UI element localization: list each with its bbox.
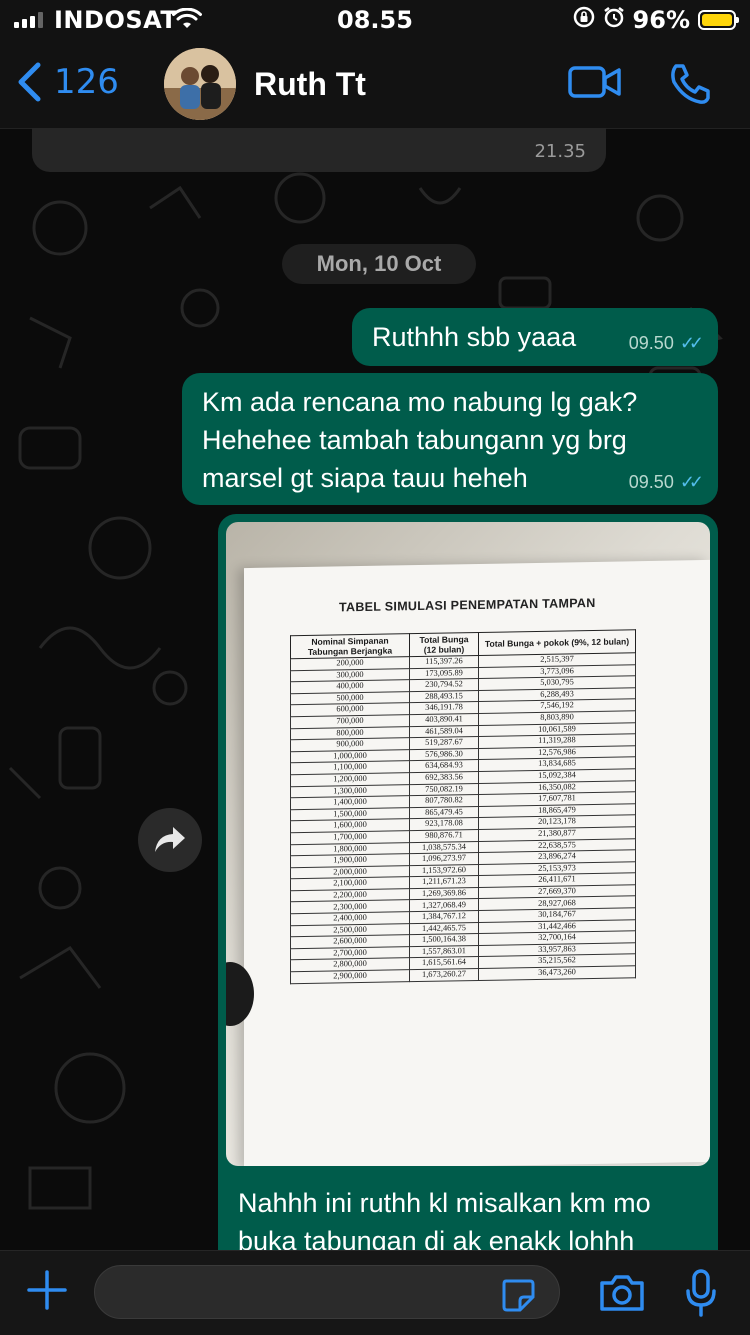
document-sheet: TABEL SIMULASI PENEMPATAN TAMPAN Nominal…	[244, 559, 710, 1166]
chat-messages[interactable]: 21.35 Mon, 10 Oct Ruthhh sbb yaaa 09.50 ✓…	[0, 128, 750, 1250]
message-text: Ruthhh sbb yaaa	[372, 322, 577, 352]
video-call-icon[interactable]	[568, 62, 622, 106]
phone-icon[interactable]	[668, 62, 712, 110]
table-cell: 2,900,000	[290, 969, 410, 984]
simulation-table: Nominal Simpanan Tabungan Berjangka Tota…	[290, 629, 636, 984]
incoming-message[interactable]: 21.35	[32, 128, 606, 172]
battery-icon	[698, 10, 739, 30]
table-header: Total Bunga + pokok (9%, 12 bulan)	[478, 629, 636, 656]
read-receipt-icon: ✓✓	[679, 333, 704, 353]
table-cell: 36,473,260	[478, 965, 636, 981]
avatar[interactable]	[164, 48, 236, 120]
composer-bar	[0, 1250, 750, 1335]
table-cell: 1,673,260.27	[409, 968, 479, 982]
contact-name[interactable]: Ruth Tt	[254, 66, 366, 103]
chat-header: 126 Ruth Tt	[0, 40, 750, 129]
photo-attachment[interactable]: TABEL SIMULASI PENEMPATAN TAMPAN Nominal…	[226, 522, 710, 1166]
image-message[interactable]: TABEL SIMULASI PENEMPATAN TAMPAN Nominal…	[218, 514, 718, 1250]
image-caption: Nahhh ini ruthh kl misalkan km mo buka t…	[238, 1188, 651, 1250]
chevron-left-icon	[18, 62, 41, 102]
unread-count: 126	[54, 62, 119, 102]
outgoing-message[interactable]: Km ada rencana mo nabung lg gak? Hehehee…	[182, 373, 718, 505]
forward-icon	[155, 827, 185, 852]
date-separator: Mon, 10 Oct	[282, 244, 476, 284]
microphone-icon[interactable]	[684, 1269, 718, 1321]
status-bar: INDOSAT 08.55 96%	[0, 0, 750, 40]
message-time: 21.35	[534, 141, 586, 162]
sticker-icon[interactable]	[500, 1277, 536, 1317]
table-header: Nominal Simpanan Tabungan Berjangka	[290, 633, 410, 659]
message-text: Km ada rencana mo nabung lg gak? Hehehee…	[202, 387, 638, 493]
battery-percent: 96%	[632, 6, 690, 34]
message-input[interactable]	[94, 1265, 560, 1319]
alarm-icon	[603, 6, 625, 34]
forward-button[interactable]	[138, 808, 202, 872]
plus-icon[interactable]	[26, 1269, 68, 1315]
orientation-lock-icon	[573, 6, 595, 34]
table-header: Total Bunga (12 bulan)	[409, 632, 479, 657]
read-receipt-icon: ✓✓	[679, 472, 704, 492]
back-button[interactable]: 126	[16, 62, 119, 102]
outgoing-message[interactable]: Ruthhh sbb yaaa 09.50 ✓✓	[352, 308, 718, 366]
message-time: 09.50	[628, 333, 674, 353]
message-time: 09.50	[628, 472, 674, 492]
camera-icon[interactable]	[598, 1273, 646, 1317]
document-title: TABEL SIMULASI PENEMPATAN TAMPAN	[339, 595, 596, 615]
